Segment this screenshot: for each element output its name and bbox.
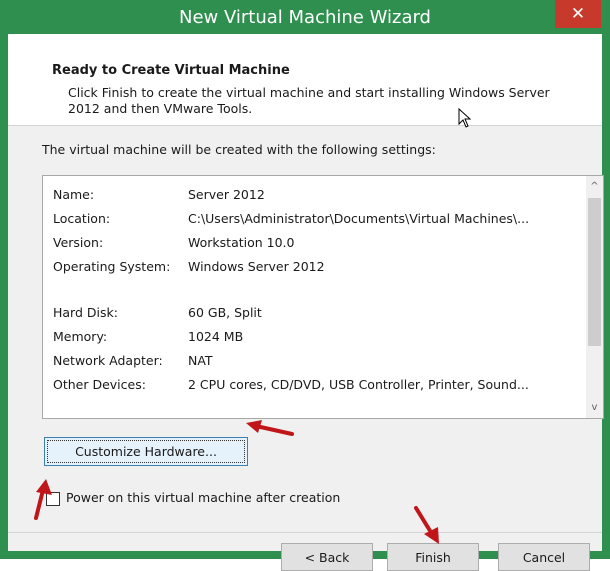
setting-row-name: Name: Server 2012 — [53, 183, 578, 207]
setting-value: NAT — [188, 353, 213, 368]
settings-summary-list[interactable]: Name: Server 2012 Location: C:\Users\Adm… — [42, 175, 604, 419]
setting-row-network: Network Adapter: NAT — [53, 349, 578, 373]
setting-value: 60 GB, Split — [188, 305, 262, 320]
finish-button[interactable]: Finish — [387, 543, 479, 571]
setting-value: 2 CPU cores, CD/DVD, USB Controller, Pri… — [188, 377, 529, 392]
setting-label: Location: — [53, 211, 111, 226]
scroll-up-icon[interactable]: ^ — [586, 178, 603, 195]
setting-label: Hard Disk: — [53, 305, 118, 320]
wizard-header: Ready to Create Virtual Machine Click Fi… — [8, 34, 602, 128]
setting-value: Windows Server 2012 — [188, 259, 325, 274]
settings-intro-text: The virtual machine will be created with… — [42, 142, 436, 157]
setting-value: Server 2012 — [188, 187, 265, 202]
close-button[interactable]: ✕ — [555, 0, 601, 28]
annotation-arrow-icon — [34, 479, 52, 520]
setting-label: Version: — [53, 235, 104, 250]
setting-row-disk: Hard Disk: 60 GB, Split — [53, 301, 578, 325]
setting-row-spacer — [53, 279, 578, 301]
setting-value: 1024 MB — [188, 329, 244, 344]
setting-row-version: Version: Workstation 10.0 — [53, 231, 578, 255]
setting-row-memory: Memory: 1024 MB — [53, 325, 578, 349]
window-title-bar: New Virtual Machine Wizard ✕ — [0, 0, 610, 34]
setting-row-devices: Other Devices: 2 CPU cores, CD/DVD, USB … — [53, 373, 578, 397]
power-on-label[interactable]: Power on this virtual machine after crea… — [66, 490, 340, 505]
setting-value: Workstation 10.0 — [188, 235, 295, 250]
wizard-window: New Virtual Machine Wizard ✕ Ready to Cr… — [0, 0, 610, 571]
annotation-arrow-icon — [414, 506, 439, 544]
vertical-scrollbar[interactable]: ^ v — [586, 176, 603, 418]
window-title: New Virtual Machine Wizard — [179, 6, 431, 28]
setting-value: C:\Users\Administrator\Documents\Virtual… — [188, 211, 530, 226]
header-description: Click Finish to create the virtual machi… — [68, 85, 550, 116]
setting-row-location: Location: C:\Users\Administrator\Documen… — [53, 207, 578, 231]
footer-separator — [8, 532, 602, 533]
scroll-down-icon[interactable]: v — [586, 399, 603, 416]
setting-label: Other Devices: — [53, 377, 146, 392]
setting-label: Operating System: — [53, 259, 171, 274]
setting-label: Memory: — [53, 329, 108, 344]
cancel-button[interactable]: Cancel — [498, 543, 590, 571]
mouse-cursor-icon — [458, 108, 472, 128]
setting-label: Name: — [53, 187, 95, 202]
customize-hardware-button[interactable]: Customize Hardware... — [44, 437, 248, 466]
back-button[interactable]: < Back — [281, 543, 373, 571]
setting-row-os: Operating System: Windows Server 2012 — [53, 255, 578, 279]
header-title: Ready to Create Virtual Machine — [52, 63, 290, 78]
dialog-client-area: Ready to Create Virtual Machine Click Fi… — [8, 34, 604, 551]
setting-label: Network Adapter: — [53, 353, 163, 368]
close-icon: ✕ — [570, 4, 586, 24]
scrollbar-thumb[interactable] — [588, 198, 601, 346]
annotation-arrow-icon — [246, 420, 294, 436]
